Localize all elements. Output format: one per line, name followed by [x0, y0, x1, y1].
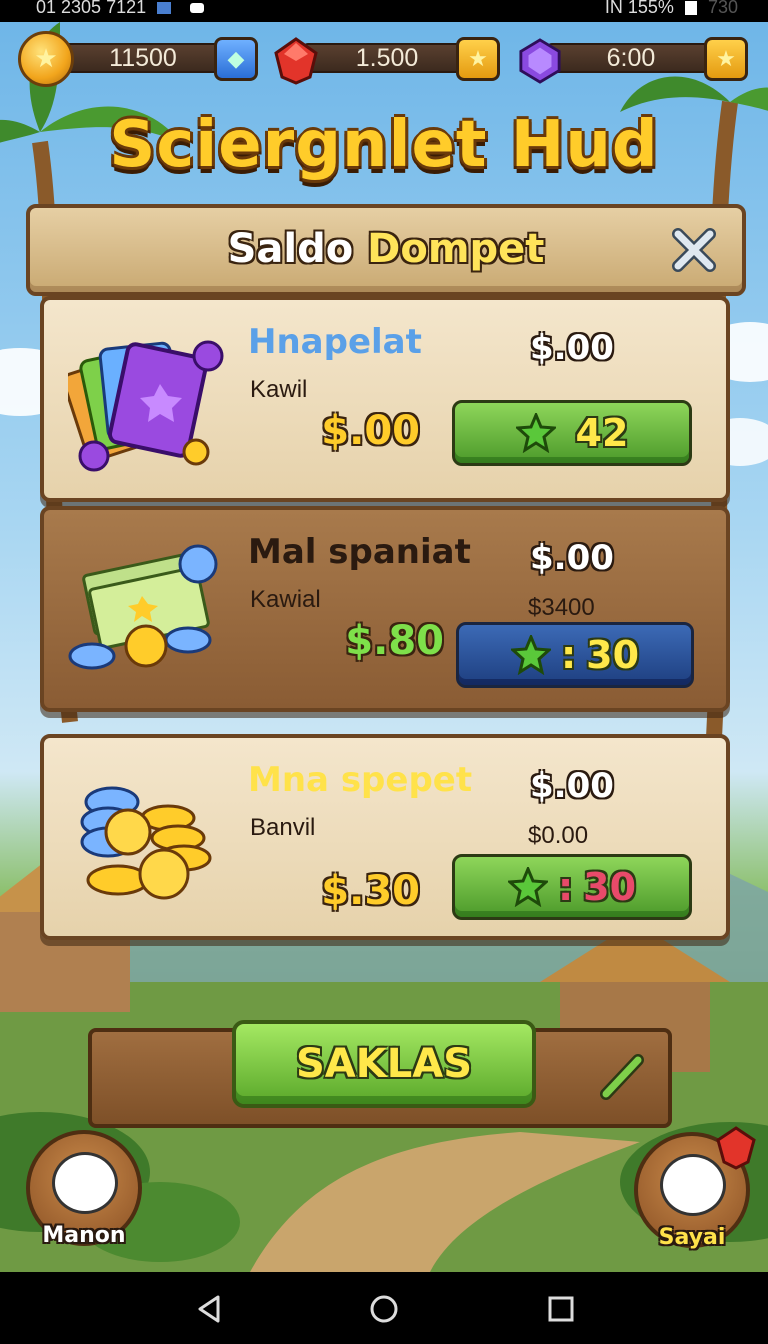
- wallet-amount: $.00: [321, 408, 420, 454]
- panel-title: Saldo Dompet: [30, 226, 742, 272]
- edit-icon[interactable]: [598, 1052, 648, 1102]
- amethyst-icon: [518, 37, 562, 85]
- status-left: 01 2305 7121: [36, 0, 205, 18]
- ruby-resource: 1.500 ★: [274, 35, 504, 85]
- recents-icon[interactable]: [546, 1294, 576, 1324]
- wallet-value-sub: $3400: [528, 594, 595, 621]
- wallet-action-button[interactable]: : 30: [456, 622, 694, 688]
- status-extra: 730: [707, 0, 738, 17]
- button-separator: :: [557, 865, 574, 909]
- ruby-add-button[interactable]: ★: [456, 37, 500, 81]
- panel-title-part1: Saldo: [227, 226, 368, 272]
- wallet-name: Hnapelat: [248, 322, 422, 362]
- button-label: 30: [583, 865, 637, 909]
- star-icon: [515, 413, 556, 453]
- wallet-card: Mna spepet Banvil $.00 $0.00 $.30 : 30: [40, 734, 730, 940]
- gem-shop-button[interactable]: ◆: [214, 37, 258, 81]
- card-bundle-icon: [68, 340, 224, 472]
- wallet-sub: Kawil: [250, 376, 308, 403]
- status-time: 01 2305 7121: [36, 0, 147, 17]
- navigation-bar: [0, 1272, 768, 1344]
- gold-resource: 11500 ★ ◆: [18, 31, 258, 87]
- amethyst-resource: 6:00 ★: [518, 35, 754, 84]
- cat-avatar-icon: [52, 1152, 118, 1214]
- ruby-amount: 1.500: [302, 43, 472, 73]
- notification-icon: [157, 2, 172, 15]
- status-right: IN 155% 730: [605, 0, 738, 18]
- panel-title-part2: Dompet: [367, 226, 545, 272]
- button-separator: :: [560, 633, 577, 677]
- ruby-icon: [274, 37, 318, 85]
- save-button[interactable]: SAKLAS: [232, 1020, 536, 1108]
- coin-pile-icon: [80, 786, 212, 900]
- avatar-right[interactable]: Sayai: [634, 1126, 756, 1250]
- wallet-value-sub: $0.00: [528, 822, 589, 849]
- button-label: 42: [575, 411, 629, 455]
- gold-coin-icon: ★: [18, 31, 74, 87]
- game-title: Sciergnlet Hud: [109, 108, 659, 182]
- wallet-name: Mna spepet: [248, 760, 473, 800]
- gold-amount: 11500: [58, 43, 228, 73]
- close-icon: [672, 228, 716, 272]
- star-icon: [507, 867, 548, 907]
- wallet-value: $.00: [530, 328, 614, 368]
- wallet-sub: Kawial: [250, 586, 321, 613]
- wallet-sub: Banvil: [250, 814, 316, 841]
- avatar-left-label: Manon: [42, 1223, 126, 1248]
- game-scene: 11500 ★ ◆ 1.500 ★ 6:00 ★ Sciergnlet Hud …: [0, 22, 768, 1272]
- avatar-right-label: Sayai: [658, 1225, 726, 1250]
- status-bar: 01 2305 7121 IN 155% 730: [0, 0, 768, 22]
- battery-text: IN 155%: [604, 0, 674, 17]
- wallet-amount: $.80: [345, 618, 444, 664]
- wallet-action-button[interactable]: 42: [452, 400, 692, 466]
- wallet-name: Mal spaniat: [248, 532, 471, 572]
- cash-stack-icon: [68, 544, 218, 670]
- avatar-left[interactable]: Manon: [26, 1130, 142, 1248]
- amethyst-amount: 6:00: [546, 43, 716, 73]
- ruby-badge-icon: [716, 1126, 756, 1170]
- close-button[interactable]: [668, 224, 720, 276]
- wallet-action-button[interactable]: : 30: [452, 854, 692, 920]
- wallet-amount: $.30: [321, 868, 420, 914]
- button-label: 30: [586, 633, 640, 677]
- back-icon[interactable]: [194, 1294, 224, 1324]
- message-icon: [190, 3, 205, 14]
- amethyst-add-button[interactable]: ★: [704, 37, 748, 81]
- battery-icon: [684, 1, 697, 16]
- wallet-panel-header: Saldo Dompet: [26, 204, 746, 296]
- home-icon[interactable]: [369, 1294, 399, 1324]
- wallet-value: $.00: [530, 766, 614, 806]
- wallet-value: $.00: [530, 538, 614, 578]
- star-icon: [510, 635, 551, 675]
- wallet-card: Mal spaniat Kawial $.00 $3400 $.80 : 30: [40, 506, 730, 712]
- wallet-card: Hnapelat Kawil $.00 $.00 42: [40, 296, 730, 502]
